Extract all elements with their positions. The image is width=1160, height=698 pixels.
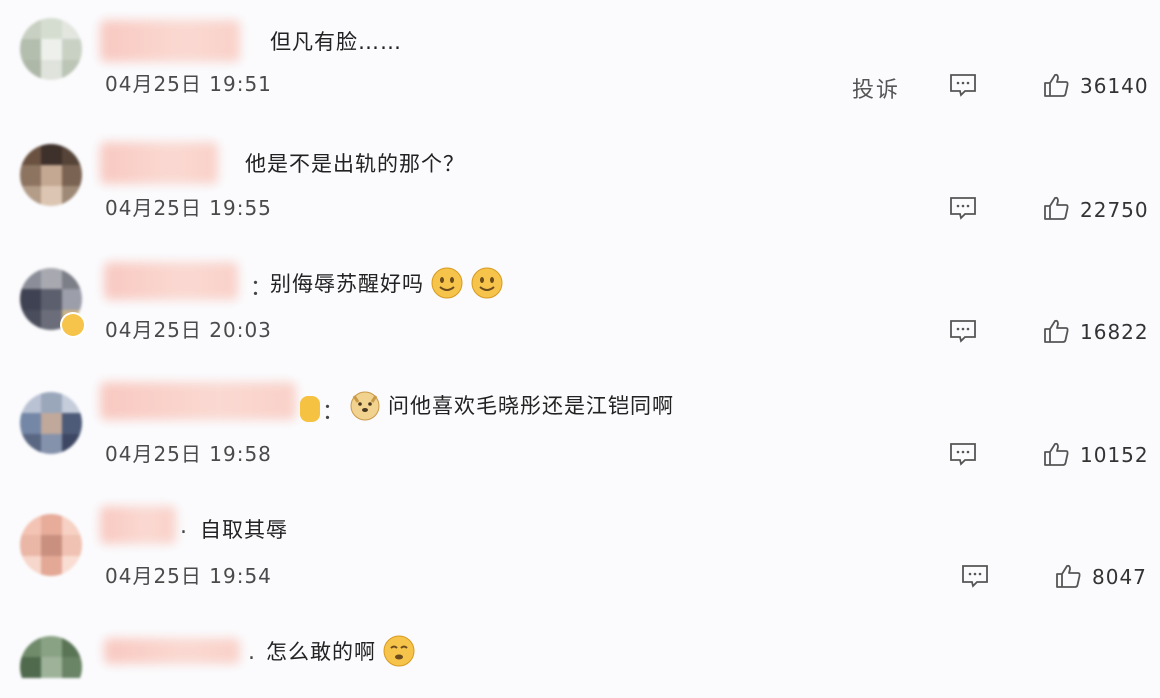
username-blurred[interactable] bbox=[104, 262, 238, 300]
thumbs-up-icon[interactable] bbox=[1042, 318, 1070, 344]
separator: ： bbox=[250, 276, 273, 301]
timestamp: 04月25日 20:03 bbox=[105, 318, 272, 342]
separator: . bbox=[180, 514, 187, 539]
fan-badge-icon bbox=[300, 396, 320, 422]
like-count: 36140 bbox=[1080, 74, 1149, 98]
avatar[interactable] bbox=[20, 392, 82, 454]
separator: ： bbox=[322, 400, 345, 425]
username-blurred[interactable] bbox=[100, 382, 296, 420]
like-count: 16822 bbox=[1080, 320, 1149, 344]
comment-item: ： 别侮辱苏醒好吗 04月25日 20:03 16822 bbox=[0, 244, 1160, 366]
blush-emoji-icon bbox=[383, 635, 415, 667]
comment-text: 他是不是出轨的那个？ bbox=[245, 152, 465, 176]
thumbs-up-icon[interactable] bbox=[1042, 72, 1070, 98]
comment-text: 问他喜欢毛晓彤还是江铠同啊 bbox=[348, 388, 674, 422]
username-blurred[interactable] bbox=[100, 20, 240, 62]
separator: . bbox=[248, 640, 255, 665]
doge-emoji-icon bbox=[350, 391, 380, 421]
thumbs-up-icon[interactable] bbox=[1042, 441, 1070, 467]
avatar[interactable] bbox=[20, 636, 82, 698]
comment-bubble-icon[interactable] bbox=[948, 72, 978, 98]
comment-item: 他是不是出轨的那个？ 04月25日 19:55 22750 bbox=[0, 122, 1160, 244]
smile-emoji-icon bbox=[471, 267, 503, 299]
timestamp: 04月25日 19:54 bbox=[105, 564, 272, 588]
username-blurred[interactable] bbox=[100, 506, 176, 544]
verified-badge-icon bbox=[62, 314, 84, 336]
comment-item: ： 问他喜欢毛晓彤还是江铠同啊 04月25日 19:58 10152 bbox=[0, 366, 1160, 488]
comment-bubble-icon[interactable] bbox=[948, 441, 978, 467]
avatar[interactable] bbox=[20, 514, 82, 576]
comment-text: 自取其辱 bbox=[200, 518, 288, 542]
comment-item: 但凡有脸…… 04月25日 19:51 投诉 36140 bbox=[0, 0, 1160, 122]
avatar[interactable] bbox=[20, 18, 82, 80]
comment-item: . 自取其辱 04月25日 19:54 8047 bbox=[0, 488, 1160, 610]
like-count: 8047 bbox=[1092, 565, 1147, 589]
comment-bubble-icon[interactable] bbox=[948, 195, 978, 221]
like-count: 10152 bbox=[1080, 443, 1149, 467]
thumbs-up-icon[interactable] bbox=[1042, 195, 1070, 221]
timestamp: 04月25日 19:55 bbox=[105, 196, 272, 220]
like-count: 22750 bbox=[1080, 198, 1149, 222]
thumbs-up-icon[interactable] bbox=[1054, 563, 1082, 589]
timestamp: 04月25日 19:58 bbox=[105, 442, 272, 466]
comment-text: 但凡有脸…… bbox=[270, 30, 402, 54]
avatar[interactable] bbox=[20, 144, 82, 206]
report-button[interactable]: 投诉 bbox=[852, 72, 900, 104]
username-blurred[interactable] bbox=[100, 142, 218, 184]
comment-text: 怎么敢的啊 bbox=[266, 634, 416, 668]
comment-bubble-icon[interactable] bbox=[948, 318, 978, 344]
comment-item: . 怎么敢的啊 bbox=[0, 610, 1160, 682]
username-blurred[interactable] bbox=[104, 638, 240, 664]
comment-bubble-icon[interactable] bbox=[960, 563, 990, 589]
timestamp: 04月25日 19:51 bbox=[105, 72, 272, 96]
smile-emoji-icon bbox=[431, 267, 463, 299]
comment-text: 别侮辱苏醒好吗 bbox=[270, 266, 504, 300]
